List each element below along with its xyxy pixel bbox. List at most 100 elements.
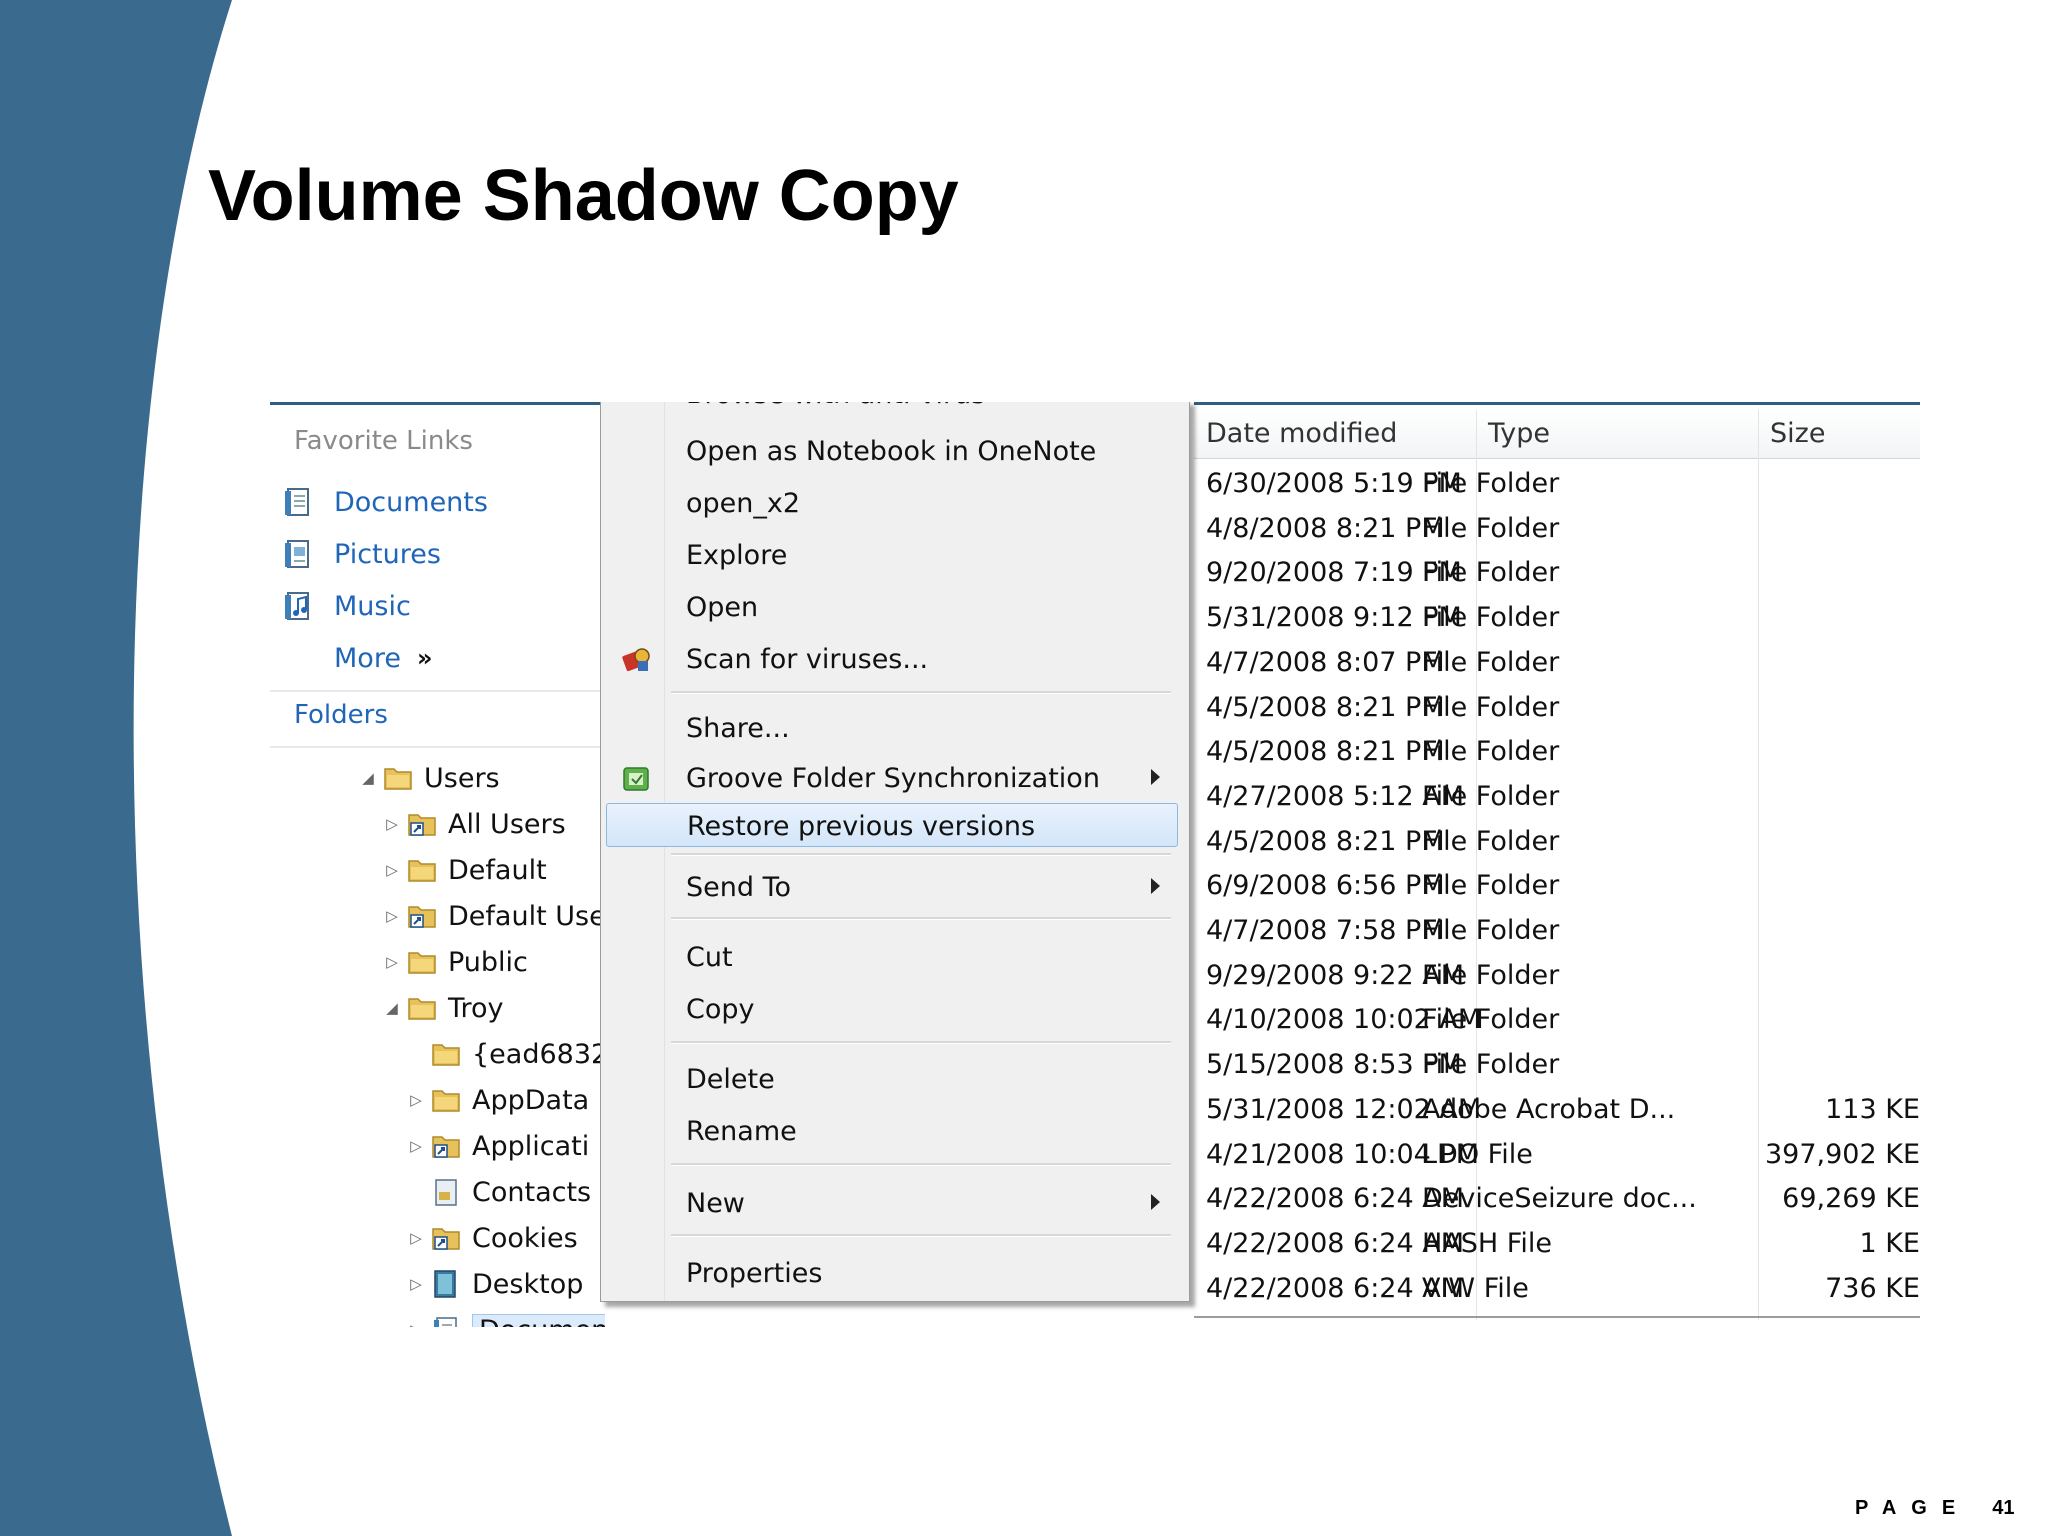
favorite-links-header: Favorite Links: [294, 426, 473, 456]
collapsed-arrow-icon[interactable]: ▷: [406, 1275, 426, 1293]
collapsed-arrow-icon[interactable]: ▷: [382, 861, 402, 879]
submenu-arrow-icon: [1151, 769, 1160, 785]
file-row[interactable]: 4/22/2008 6:24 AM VIW File 736 KE: [1194, 1269, 1920, 1313]
menu-item-open-x2[interactable]: open_x2: [606, 481, 1178, 525]
type-cell: File Folder: [1422, 870, 1560, 902]
menu-item-label: Share...: [686, 713, 790, 744]
tree-item-default[interactable]: ▷ Default: [382, 850, 546, 890]
collapsed-arrow-icon[interactable]: ▷: [382, 815, 402, 833]
groove-icon: [620, 762, 654, 796]
menu-item-label: Explore: [686, 540, 788, 571]
collapsed-arrow-icon[interactable]: ▷: [406, 1091, 426, 1109]
tree-item-contacts[interactable]: Contacts: [406, 1172, 591, 1212]
menu-item-label: Scan for viruses...: [686, 644, 929, 675]
file-row[interactable]: 5/15/2008 8:53 PM File Folder: [1194, 1045, 1920, 1089]
menu-item-cut-off[interactable]: Browse with anti-virus: [686, 402, 985, 410]
menu-item-delete[interactable]: Delete: [606, 1057, 1178, 1101]
menu-separator: [671, 1041, 1171, 1044]
file-row[interactable]: 4/7/2008 7:58 PM File Folder: [1194, 911, 1920, 955]
tree-item-label: Documents: [472, 1313, 605, 1327]
file-row[interactable]: 4/5/2008 8:21 PM File Folder: [1194, 822, 1920, 866]
menu-item-groove-folder-synchronization[interactable]: Groove Folder Synchronization: [606, 756, 1178, 800]
menu-item-rename[interactable]: Rename: [606, 1109, 1178, 1153]
file-row[interactable]: 5/31/2008 9:12 PM File Folder: [1194, 598, 1920, 642]
collapsed-arrow-icon[interactable]: ▷: [406, 1137, 426, 1155]
menu-item-cut[interactable]: Cut: [606, 935, 1178, 979]
tree-item-troy[interactable]: ◢ Troy: [382, 988, 503, 1028]
file-row[interactable]: 4/5/2008 8:21 PM File Folder: [1194, 688, 1920, 732]
tree-item-cookies[interactable]: ▷ Cookies: [406, 1218, 578, 1258]
column-header-date-modified[interactable]: Date modified: [1194, 410, 1476, 459]
tree-item-all-users[interactable]: ▷ All Users: [382, 804, 566, 844]
type-cell: File Folder: [1422, 602, 1560, 634]
menu-item-label: Send To: [686, 872, 792, 903]
column-header-type[interactable]: Type: [1476, 410, 1758, 459]
collapsed-arrow-icon[interactable]: ▷: [406, 1321, 426, 1327]
file-row[interactable]: 4/7/2008 8:07 PM File Folder: [1194, 643, 1920, 687]
menu-separator: [671, 917, 1171, 920]
pictures-icon: [285, 540, 309, 568]
documents-icon: [430, 1314, 462, 1327]
file-row[interactable]: 4/10/2008 10:02 AM File Folder: [1194, 1000, 1920, 1044]
explorer-screenshot: Favorite Links Documents Pictures Music …: [270, 402, 1920, 1327]
tree-item-desktop[interactable]: ▷ Desktop: [406, 1264, 583, 1304]
size-cell: 736 KE: [1825, 1272, 1920, 1304]
type-cell: File Folder: [1422, 646, 1560, 678]
file-row[interactable]: 4/22/2008 6:24 AM HASH File 1 KE: [1194, 1224, 1920, 1268]
music-icon: [285, 592, 309, 620]
favorite-link-label: Pictures: [334, 538, 441, 570]
file-row[interactable]: 4/27/2008 5:12 AM File Folder: [1194, 777, 1920, 821]
tree-item-appdata[interactable]: ▷ AppData: [406, 1080, 589, 1120]
menu-item-explore[interactable]: Explore: [606, 533, 1178, 577]
menu-item-new[interactable]: New: [606, 1181, 1178, 1225]
menu-item-restore-previous-versions[interactable]: Restore previous versions: [606, 803, 1178, 847]
context-menu: Browse with anti-virus Open as Notebook …: [600, 402, 1190, 1302]
menu-item-share[interactable]: Share...: [606, 706, 1178, 750]
collapsed-arrow-icon[interactable]: ▷: [382, 907, 402, 925]
menu-separator: [671, 1163, 1171, 1166]
file-row[interactable]: 4/8/2008 8:21 PM File Folder: [1194, 509, 1920, 553]
menu-item-label: open_x2: [686, 488, 801, 519]
folders-header[interactable]: Folders: [294, 700, 388, 730]
favorite-link-music[interactable]: Music: [282, 586, 411, 626]
menu-item-send-to[interactable]: Send To: [606, 865, 1178, 909]
file-row[interactable]: 4/22/2008 6:24 AM DeviceSeizure doc... 69,…: [1194, 1179, 1920, 1223]
menu-item-scan-for-viruses[interactable]: Scan for viruses...: [606, 637, 1178, 681]
file-row[interactable]: 9/20/2008 7:19 PM File Folder: [1194, 553, 1920, 597]
date-modified-cell: 6/9/2008 6:56 PM: [1206, 870, 1445, 902]
menu-item-copy[interactable]: Copy: [606, 987, 1178, 1031]
menu-item-open-as-notebook-in-onenote[interactable]: Open as Notebook in OneNote: [606, 429, 1178, 473]
file-row[interactable]: 9/29/2008 9:22 AM File Folder: [1194, 956, 1920, 1000]
type-cell: DeviceSeizure doc...: [1422, 1183, 1697, 1215]
column-header-size[interactable]: Size: [1758, 410, 1920, 459]
favorite-link-documents[interactable]: Documents: [282, 482, 488, 522]
tree-item-label: All Users: [448, 808, 566, 840]
menu-item-properties[interactable]: Properties: [606, 1251, 1178, 1295]
nav-top-border: [270, 402, 605, 405]
file-row[interactable]: 4/21/2008 10:04 PM LDO File 397,902 KE: [1194, 1135, 1920, 1179]
tree-item-ead6832e[interactable]: {ead6832e: [406, 1034, 605, 1074]
favorite-link-more[interactable]: More »: [282, 638, 432, 678]
tree-item-applicati[interactable]: ▷ Applicati: [406, 1126, 589, 1166]
type-cell: VIW File: [1422, 1272, 1529, 1304]
tree-item-default-use[interactable]: ▷ Default Use: [382, 896, 605, 936]
collapsed-arrow-icon[interactable]: ▷: [382, 953, 402, 971]
tree-item-users[interactable]: ◢ Users: [358, 758, 499, 798]
menu-separator: [671, 853, 1171, 856]
file-row[interactable]: 6/30/2008 5:19 PM File Folder: [1194, 464, 1920, 508]
type-cell: File Folder: [1422, 736, 1560, 768]
tree-item-documents[interactable]: ▷ Documents: [406, 1310, 605, 1327]
type-cell: File Folder: [1422, 557, 1560, 589]
type-cell: File Folder: [1422, 512, 1560, 544]
tree-item-public[interactable]: ▷ Public: [382, 942, 528, 982]
expanded-arrow-icon[interactable]: ◢: [382, 999, 402, 1017]
expanded-arrow-icon[interactable]: ◢: [358, 769, 378, 787]
file-row[interactable]: 4/5/2008 8:21 PM File Folder: [1194, 732, 1920, 776]
type-cell: File Folder: [1422, 691, 1560, 723]
menu-item-open[interactable]: Open: [606, 585, 1178, 629]
collapsed-arrow-icon[interactable]: ▷: [406, 1229, 426, 1247]
favorite-link-pictures[interactable]: Pictures: [282, 534, 441, 574]
file-row[interactable]: 5/31/2008 12:02 AM Adobe Acrobat D... 113 …: [1194, 1090, 1920, 1134]
menu-item-label: Cut: [686, 942, 733, 973]
file-row[interactable]: 6/9/2008 6:56 PM File Folder: [1194, 866, 1920, 910]
